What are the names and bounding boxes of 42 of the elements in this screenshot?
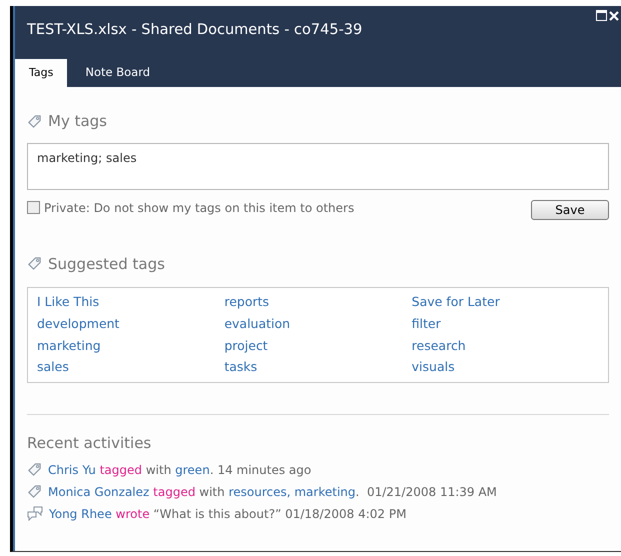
tag-icon <box>27 484 42 499</box>
window-title: TEST-XLS.xlsx - Shared Documents - co745-39 <box>27 21 362 40</box>
tag-link[interactable]: visuals <box>412 358 455 377</box>
tag-link[interactable]: Save for Later <box>412 293 500 312</box>
speech-bubbles-icon <box>27 506 43 521</box>
section-heading: Suggested tags <box>48 254 165 274</box>
tag-link[interactable]: evaluation <box>224 314 290 334</box>
activity-link[interactable]: Chris Yu <box>48 462 96 476</box>
private-checkbox[interactable] <box>27 201 40 214</box>
tag-link[interactable]: sales <box>37 358 69 377</box>
section-heading: My tags <box>48 111 107 132</box>
tag-icon <box>27 462 42 477</box>
tab[interactable]: Note Board <box>67 59 168 87</box>
tag-link[interactable]: I Like This <box>37 293 100 312</box>
tag-link[interactable]: marketing <box>37 336 101 356</box>
activity-text: . 14 minutes ago <box>210 462 312 476</box>
private-label: Private: Do not show my tags on this item to others <box>44 200 354 216</box>
activity-link[interactable]: resources, marketing <box>228 484 356 498</box>
tags-input-field[interactable]: marketing; sales <box>27 142 609 190</box>
tag-link[interactable]: development <box>37 314 120 334</box>
activity-action: tagged <box>153 484 196 498</box>
activity-text: with <box>146 462 172 476</box>
activity-text: with <box>199 484 225 498</box>
tag-link[interactable]: filter <box>412 314 441 334</box>
tag-icon <box>27 114 42 129</box>
tab[interactable]: Tags <box>15 59 68 87</box>
activity-text: “What is this about?” 01/18/2008 4:02 PM <box>153 506 406 520</box>
tag-link[interactable]: tasks <box>224 358 258 377</box>
save-button[interactable]: Save <box>531 200 609 220</box>
activity-link[interactable]: Yong Rhee <box>49 506 112 520</box>
activity-text: . 01/21/2008 11:39 AM <box>356 484 497 498</box>
tag-link[interactable]: project <box>224 336 268 356</box>
close-icon[interactable] <box>609 10 619 20</box>
activity-link[interactable]: Monica Gonzalez <box>48 484 150 498</box>
activity-action: tagged <box>100 462 142 476</box>
activity-action: wrote <box>116 506 150 520</box>
maximize-icon[interactable] <box>596 10 607 21</box>
tag-icon <box>27 256 42 272</box>
activity-link[interactable]: green <box>175 462 210 476</box>
tag-link[interactable]: research <box>412 336 466 356</box>
section-heading: Recent activities <box>27 433 152 454</box>
tag-link[interactable]: reports <box>224 293 270 312</box>
